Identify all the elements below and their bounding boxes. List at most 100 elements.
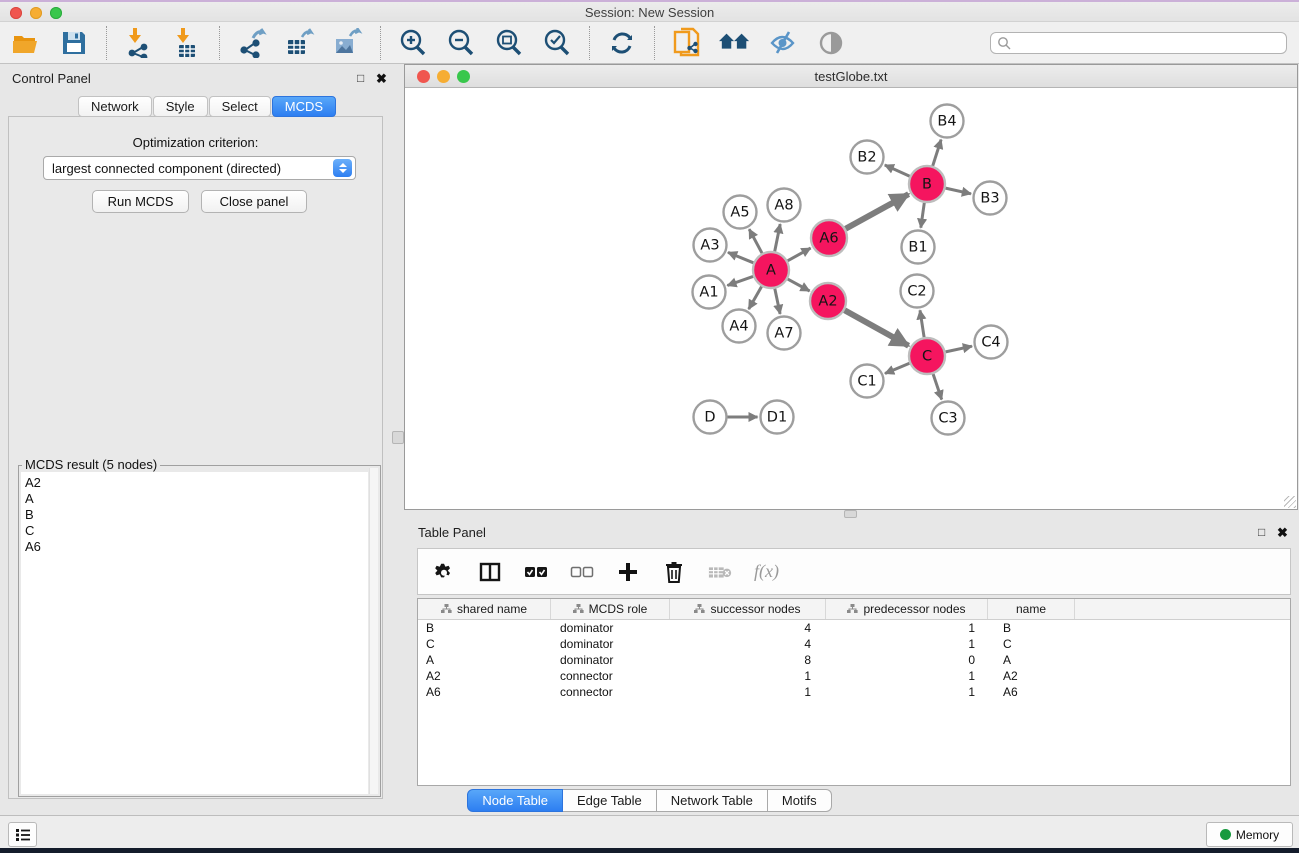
table-row[interactable]: B dominator 4 1 B	[418, 620, 1290, 636]
graph-edge-C-C1[interactable]	[885, 363, 910, 373]
delete-table-icon[interactable]	[708, 560, 732, 584]
list-item[interactable]: C	[25, 523, 368, 539]
control-panel-close-icon[interactable]: ✖	[376, 71, 387, 87]
graph-edge-C-C3[interactable]	[933, 374, 942, 400]
table-row[interactable]: A6 connector 1 1 A6	[418, 684, 1290, 700]
cell-shared-name[interactable]: A2	[418, 668, 551, 684]
cell-predecessor-nodes[interactable]: 1	[826, 636, 988, 652]
cell-successor-nodes[interactable]: 8	[670, 652, 826, 668]
graph-edge-C-C2[interactable]	[920, 310, 924, 337]
tab-mcds[interactable]: MCDS	[272, 96, 336, 117]
hide-graphics-details-icon[interactable]	[767, 27, 799, 59]
graph-edge-B-B2[interactable]	[885, 165, 910, 176]
deselect-all-icon[interactable]	[570, 560, 594, 584]
cell-predecessor-nodes[interactable]: 1	[826, 668, 988, 684]
cell-mcds-role[interactable]: dominator	[551, 652, 670, 668]
cell-predecessor-nodes[interactable]: 0	[826, 652, 988, 668]
cell-name[interactable]: A2	[988, 668, 1075, 684]
zoom-fit-icon[interactable]	[493, 27, 525, 59]
run-mcds-button[interactable]: Run MCDS	[92, 190, 189, 213]
graph-edge-A-A4[interactable]	[749, 287, 762, 310]
cell-name[interactable]: A6	[988, 684, 1075, 700]
cell-successor-nodes[interactable]: 1	[670, 684, 826, 700]
graph-edge-A-A6[interactable]	[788, 248, 811, 261]
memory-button[interactable]: Memory	[1206, 822, 1293, 847]
resize-corner-handle[interactable]	[1284, 496, 1296, 508]
table-row[interactable]: A2 connector 1 1 A2	[418, 668, 1290, 684]
column-header-name[interactable]: name	[988, 599, 1075, 619]
select-all-icon[interactable]	[524, 560, 548, 584]
function-builder-fx-icon[interactable]: f(x)	[754, 561, 779, 582]
graph-edge-A-A2[interactable]	[788, 279, 810, 291]
tab-select[interactable]: Select	[209, 96, 271, 117]
mcds-result-list[interactable]: A2 A B C A6	[21, 472, 368, 794]
network-window-titlebar[interactable]: testGlobe.txt	[405, 65, 1297, 88]
cell-successor-nodes[interactable]: 4	[670, 620, 826, 636]
graph-edge-A-A7[interactable]	[775, 289, 780, 314]
refresh-layout-icon[interactable]	[606, 27, 638, 59]
delete-column-trash-icon[interactable]	[662, 560, 686, 584]
cell-name[interactable]: A	[988, 652, 1075, 668]
graph-edge-B-B1[interactable]	[921, 203, 925, 228]
create-column-icon[interactable]	[616, 560, 640, 584]
save-session-icon[interactable]	[58, 27, 90, 59]
export-network-icon[interactable]	[236, 27, 268, 59]
task-history-button[interactable]	[8, 822, 37, 847]
graph-edge-A-A5[interactable]	[749, 229, 762, 253]
vertical-split-gripper[interactable]	[392, 431, 404, 444]
export-image-icon[interactable]	[332, 27, 364, 59]
zoom-in-icon[interactable]	[397, 27, 429, 59]
network-canvas[interactable]: B4B2BB3A5A8A6B1A3AA1C2A2A4A7C4CC1C3DD1	[405, 88, 1297, 509]
column-header-predecessor-nodes[interactable]: predecessor nodes	[826, 599, 988, 619]
show-columns-icon[interactable]	[478, 560, 502, 584]
control-panel-float-icon[interactable]: □	[357, 71, 364, 85]
clone-network-icon[interactable]	[671, 27, 703, 59]
criterion-dropdown[interactable]: largest connected component (directed)	[43, 156, 356, 180]
cell-name[interactable]: B	[988, 620, 1075, 636]
graph-edge-B-B3[interactable]	[946, 188, 972, 194]
table-panel-float-icon[interactable]: □	[1258, 525, 1265, 539]
list-item[interactable]: A6	[25, 539, 368, 555]
cell-predecessor-nodes[interactable]: 1	[826, 620, 988, 636]
column-header-successor-nodes[interactable]: successor nodes	[670, 599, 826, 619]
import-table-icon[interactable]	[171, 27, 203, 59]
tab-node-table[interactable]: Node Table	[467, 789, 563, 812]
cell-successor-nodes[interactable]: 4	[670, 636, 826, 652]
horizontal-split-gripper[interactable]	[844, 510, 857, 518]
table-settings-gear-icon[interactable]	[432, 560, 456, 584]
list-item[interactable]: B	[25, 507, 368, 523]
import-network-icon[interactable]	[123, 27, 155, 59]
cell-mcds-role[interactable]: dominator	[551, 620, 670, 636]
table-row[interactable]: A dominator 8 0 A	[418, 652, 1290, 668]
graph-edge-A6-B[interactable]	[846, 194, 909, 229]
cell-successor-nodes[interactable]: 1	[670, 668, 826, 684]
tab-motifs[interactable]: Motifs	[768, 789, 832, 812]
home-view-icon[interactable]	[719, 27, 751, 59]
cell-shared-name[interactable]: A6	[418, 684, 551, 700]
tab-network[interactable]: Network	[78, 96, 152, 117]
table-row[interactable]: C dominator 4 1 C	[418, 636, 1290, 652]
graph-edge-A-A1[interactable]	[727, 276, 753, 285]
list-item[interactable]: A	[25, 491, 368, 507]
tab-style[interactable]: Style	[153, 96, 208, 117]
search-box[interactable]	[990, 32, 1287, 54]
close-panel-button[interactable]: Close panel	[201, 190, 307, 213]
zoom-selected-icon[interactable]	[541, 27, 573, 59]
result-list-scrollbar[interactable]	[369, 468, 378, 794]
cell-shared-name[interactable]: C	[418, 636, 551, 652]
cell-shared-name[interactable]: B	[418, 620, 551, 636]
cell-mcds-role[interactable]: connector	[551, 684, 670, 700]
graph-edge-C-C4[interactable]	[946, 346, 972, 352]
open-file-icon[interactable]	[10, 27, 42, 59]
cell-mcds-role[interactable]: connector	[551, 668, 670, 684]
graph-edge-A-A3[interactable]	[728, 252, 753, 262]
graph-edge-A2-C[interactable]	[845, 310, 909, 346]
search-input[interactable]	[1011, 36, 1280, 50]
column-header-mcds-role[interactable]: MCDS role	[551, 599, 670, 619]
cell-predecessor-nodes[interactable]: 1	[826, 684, 988, 700]
graph-edge-B-B4[interactable]	[933, 140, 941, 166]
graph-edge-A-A8[interactable]	[775, 224, 781, 251]
tab-edge-table[interactable]: Edge Table	[563, 789, 657, 812]
cell-name[interactable]: C	[988, 636, 1075, 652]
show-graphics-details-icon[interactable]	[815, 27, 847, 59]
